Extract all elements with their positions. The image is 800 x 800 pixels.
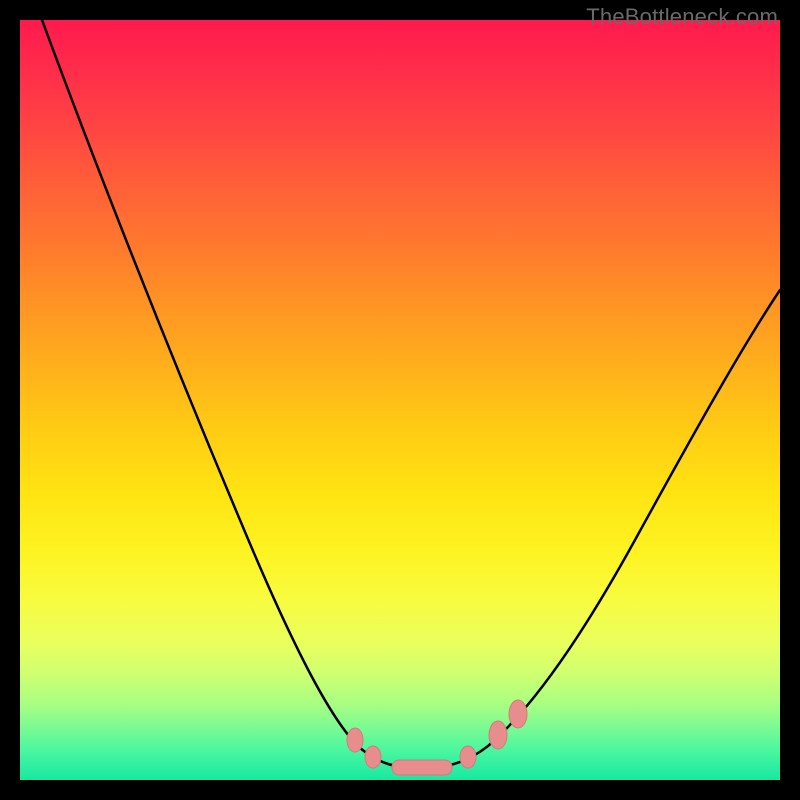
curve-marker <box>347 728 363 752</box>
curve-marker <box>365 746 381 768</box>
curve-marker <box>509 700 527 728</box>
bottleneck-curve-svg <box>20 20 780 780</box>
curve-marker <box>489 721 507 749</box>
watermark-text: TheBottleneck.com <box>586 4 778 30</box>
marker-group <box>347 700 527 775</box>
curve-marker <box>460 746 476 768</box>
chart-frame <box>20 20 780 780</box>
bottleneck-curve-path <box>42 20 780 768</box>
curve-marker <box>392 760 452 775</box>
